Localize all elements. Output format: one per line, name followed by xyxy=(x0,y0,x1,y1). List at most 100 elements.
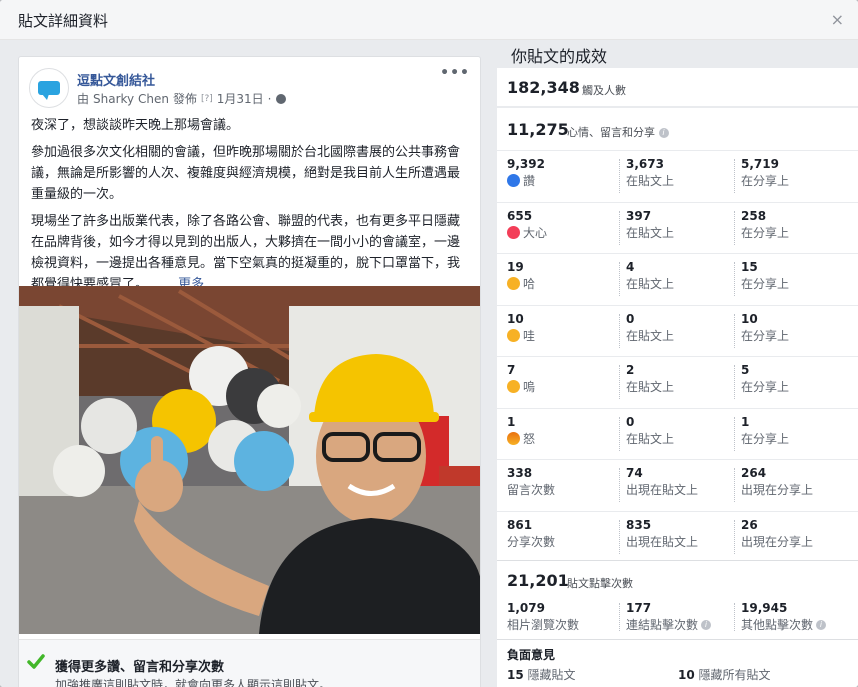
stat-label: 出現在分享上 xyxy=(741,533,813,550)
stat-value: 9,392 xyxy=(507,157,545,171)
negative-feedback-title: 負面意見 xyxy=(507,648,556,662)
stat-label: 在貼文上 xyxy=(626,275,674,292)
stat-row: 655 大心 397 在貼文上 258 在分享上 xyxy=(497,201,858,254)
stat-value: 10 xyxy=(507,311,524,326)
wow-icon xyxy=(507,328,520,342)
photo-views-label: 相片瀏覽次數 xyxy=(507,618,580,632)
stat-label-text: 在貼文上 xyxy=(626,174,675,188)
page-avatar[interactable] xyxy=(29,68,69,108)
hide-post-stat: 15 隱藏貼文 xyxy=(507,666,576,683)
post-paragraph: 夜深了，想談談昨天晚上那場會議。 xyxy=(31,118,240,133)
help-mark[interactable]: [?] xyxy=(201,94,213,104)
stat-value: 5 xyxy=(741,363,750,377)
stat-label: 留言次數 xyxy=(507,481,555,498)
stat-label-text: 哇 xyxy=(523,328,536,343)
reach-value: 182,348 xyxy=(507,78,580,97)
author-prefix: 由 xyxy=(77,92,90,106)
stat-value: 338 xyxy=(507,466,533,480)
other-clicks-label: 其他點擊次數 i xyxy=(741,616,827,633)
stat-row: 19 哈 4 在貼文上 15 在分享上 xyxy=(497,253,858,305)
published-label: 發佈 xyxy=(172,92,197,106)
post-details-dialog: 貼文詳細資料 × 逗點文創結社 由 Sharky Chen 發佈 [?] 1月3… xyxy=(0,0,858,687)
divider xyxy=(734,416,735,451)
divider xyxy=(619,313,620,348)
page-name-link[interactable]: 逗點文創結社 xyxy=(77,70,155,89)
stat-label: 在分享上 xyxy=(741,172,789,189)
post-header: 逗點文創結社 由 Sharky Chen 發佈 [?] 1月31日 · ••• xyxy=(19,57,480,113)
performance-heading: 你貼文的成效 xyxy=(511,47,608,66)
reach-card: 182,348 觸及人數 xyxy=(497,68,858,106)
divider xyxy=(619,210,620,245)
stat-value: 5,719 xyxy=(741,157,779,171)
divider xyxy=(619,262,620,296)
link-clicks-label-text: 連結點擊次數 xyxy=(626,618,699,632)
speech-bubble-icon xyxy=(38,81,60,100)
engagement-label-text: 心情、留言和分享 xyxy=(567,126,655,139)
stat-row: 10 哇 0 在貼文上 10 在分享上 xyxy=(497,304,858,357)
stat-label: 在分享上 xyxy=(741,275,789,292)
post-paragraph: 參加過很多次文化相關的會議，但昨晚那場關於台北國際書展的公共事務會議，無論是所影… xyxy=(31,145,461,202)
divider xyxy=(619,519,620,554)
love-icon xyxy=(507,225,520,239)
stat-value: 0 xyxy=(626,414,635,429)
stat-label: 出現在分享上 xyxy=(741,481,813,498)
divider xyxy=(619,468,620,502)
info-icon[interactable]: i xyxy=(816,619,827,630)
stat-label: 出現在貼文上 xyxy=(626,533,698,550)
boost-title: 獲得更多讚、留言和分享次數 xyxy=(55,660,225,675)
checkmark-icon xyxy=(27,654,45,669)
stat-label: 在貼文上 xyxy=(626,430,674,447)
post-text: 夜深了，想談談昨天晚上那場會議。 參加過很多次文化相關的會議，但昨晚那場關於台北… xyxy=(19,113,480,295)
stat-value: 10 xyxy=(741,311,758,326)
dialog-header: 貼文詳細資料 × xyxy=(0,0,858,40)
hide-post-value: 15 xyxy=(507,668,524,682)
stat-label-text: 出現在貼文上 xyxy=(626,483,699,497)
stat-label: 在分享上 xyxy=(741,378,789,395)
stat-label: 出現在貼文上 xyxy=(626,481,698,498)
stat-label: 分享次數 xyxy=(507,533,555,550)
more-options-icon[interactable]: ••• xyxy=(440,65,470,81)
stat-label-text: 在分享上 xyxy=(741,174,790,188)
post-date[interactable]: 1月31日 xyxy=(217,90,264,107)
divider xyxy=(619,365,620,399)
meta-dot: · xyxy=(267,91,272,106)
stat-label-text: 在分享上 xyxy=(741,328,790,343)
post-paragraph: 現場坐了許多出版業代表，除了各路公會、聯盟的代表，也有更多平日隱藏在品牌背後，如… xyxy=(31,211,468,295)
close-icon[interactable]: × xyxy=(831,10,844,29)
sad-icon xyxy=(507,380,520,393)
stat-value: 19 xyxy=(507,260,524,274)
stat-label: 怒 xyxy=(507,430,535,447)
stat-label-text: 留言次數 xyxy=(507,483,556,497)
divider xyxy=(734,519,735,554)
divider xyxy=(734,159,735,193)
divider xyxy=(734,365,735,399)
stat-value: 15 xyxy=(741,260,758,274)
stat-row: 1 怒 0 在貼文上 1 在分享上 xyxy=(497,407,858,460)
divider xyxy=(619,416,620,451)
photo-views-value: 1,079 xyxy=(507,601,545,615)
hide-all-value: 10 xyxy=(678,668,695,682)
post-card: 逗點文創結社 由 Sharky Chen 發佈 [?] 1月31日 · ••• … xyxy=(18,56,481,687)
stat-value: 264 xyxy=(741,466,767,480)
stat-label: 哈 xyxy=(507,275,535,292)
boost-promo[interactable]: 獲得更多讚、留言和分享次數 加強推廣這則貼文時，就會向更多人顯示這則貼文。 xyxy=(19,639,480,687)
stat-value: 258 xyxy=(741,208,767,223)
stat-value: 2 xyxy=(626,363,635,377)
stat-value: 397 xyxy=(626,208,652,223)
stat-label-text: 出現在分享上 xyxy=(741,534,814,549)
haha-icon xyxy=(507,277,520,290)
post-photo[interactable] xyxy=(19,286,480,634)
stat-label: 在貼文上 xyxy=(626,327,674,344)
info-icon[interactable]: i xyxy=(701,619,712,630)
info-icon[interactable]: i xyxy=(658,128,669,138)
stat-label-text: 在分享上 xyxy=(741,277,790,291)
photo-illustration xyxy=(19,286,480,634)
post-pane: 逗點文創結社 由 Sharky Chen 發佈 [?] 1月31日 · ••• … xyxy=(0,40,497,687)
author-name[interactable]: Sharky Chen xyxy=(93,92,169,106)
clicks-card: 21,201 貼文點擊次數 1,079 相片瀏覽次數 177 連結點擊次數 i 1… xyxy=(497,560,858,642)
stat-label: 嗚 xyxy=(507,378,535,395)
angry-icon xyxy=(507,431,520,445)
stat-label: 在分享上 xyxy=(741,430,789,447)
hide-all-label: 隱藏所有貼文 xyxy=(698,668,771,682)
stat-label: 讚 xyxy=(507,172,535,189)
